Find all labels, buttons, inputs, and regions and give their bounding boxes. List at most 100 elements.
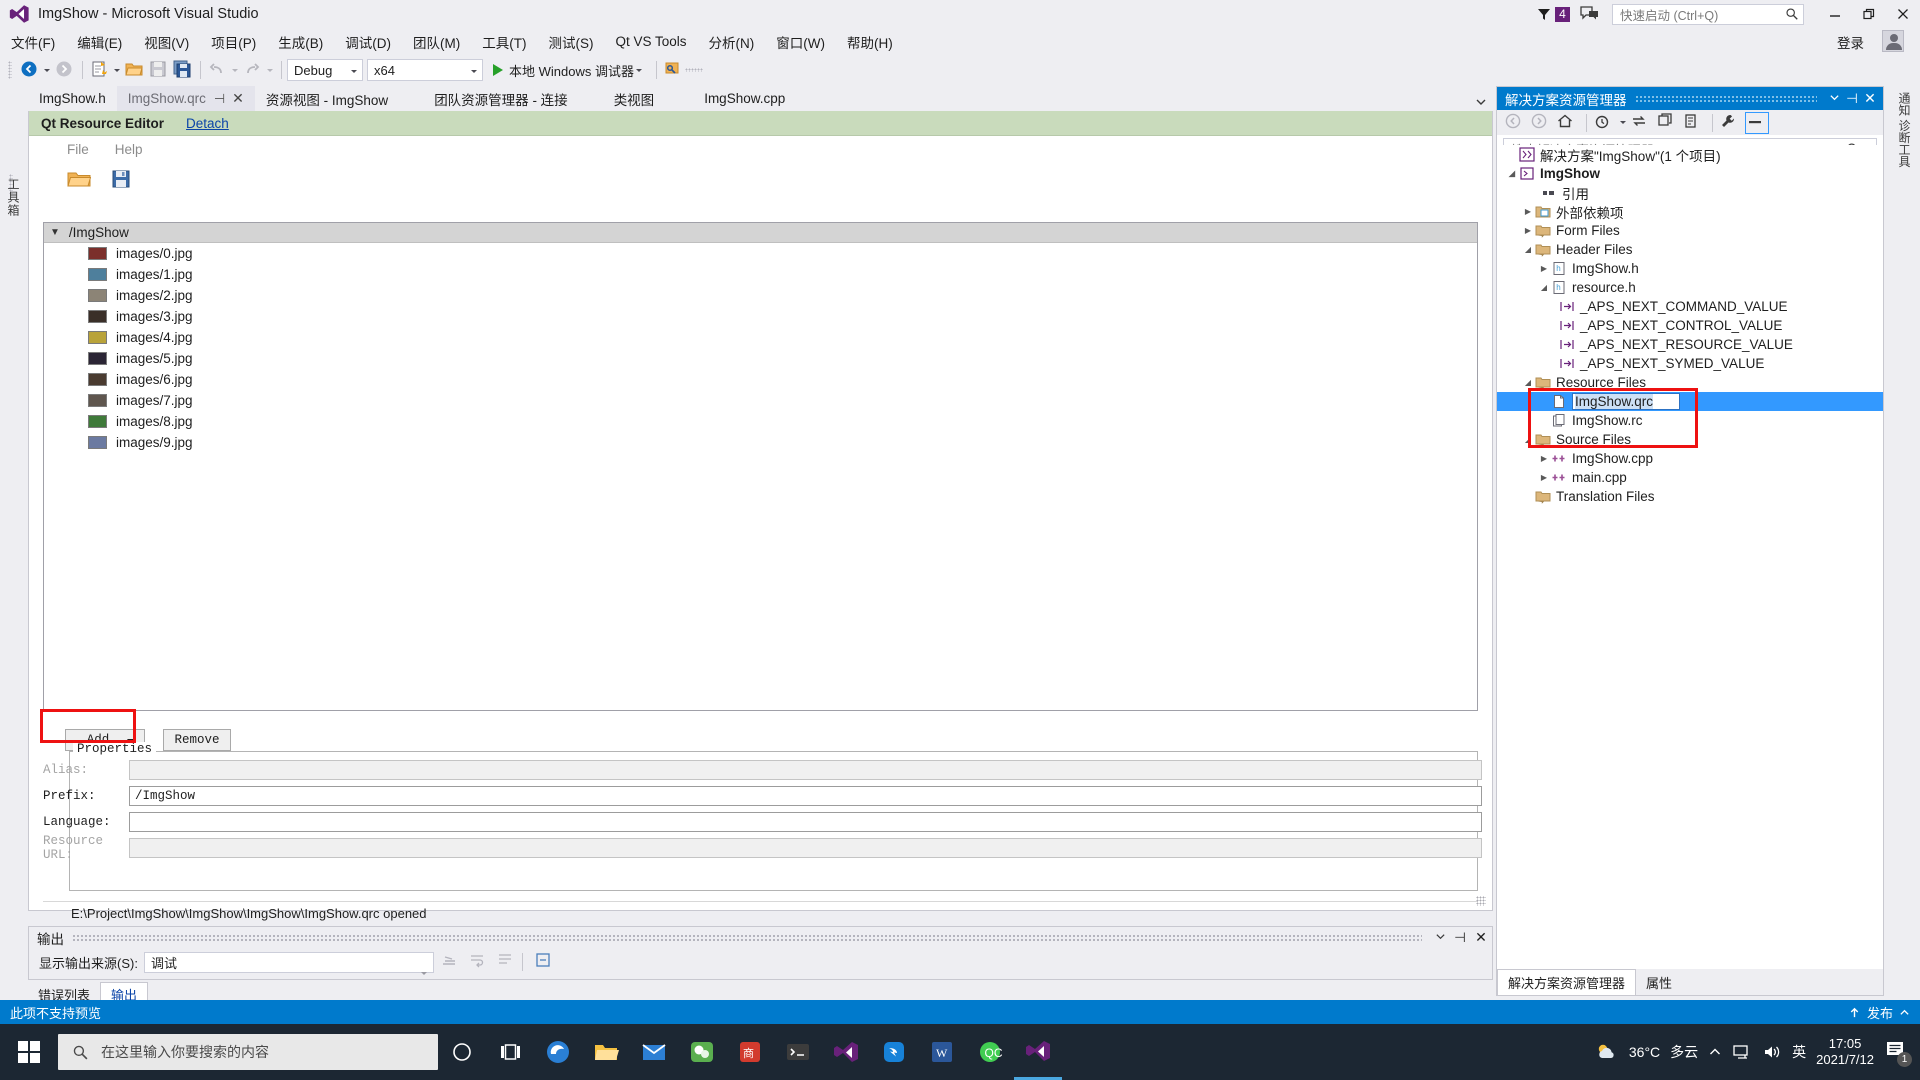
resource-prefix-row[interactable]: ▼ /ImgShow: [44, 223, 1477, 243]
tree-item-imgshow-cpp[interactable]: ▶ ImgShow.cpp: [1497, 449, 1883, 468]
menu-item-analyze[interactable]: 分析(N): [698, 29, 766, 55]
tree-item-imgshow-rc[interactable]: ImgShow.rc: [1497, 411, 1883, 430]
clear-all-icon[interactable]: [440, 951, 462, 973]
word-wrap-icon[interactable]: [468, 951, 490, 973]
tab-team-explorer[interactable]: 团队资源管理器 - 连接: [423, 86, 579, 111]
weather-description[interactable]: 多云: [1670, 1042, 1698, 1062]
tree-item-external-dependencies[interactable]: ▶ 外部依赖项: [1497, 202, 1883, 221]
taskbar-app-red-icon[interactable]: 商: [726, 1024, 774, 1080]
minimize-button[interactable]: [1818, 0, 1852, 28]
twisty-collapsed-icon[interactable]: ▶: [1537, 473, 1551, 482]
detach-link[interactable]: Detach: [186, 116, 229, 131]
tree-item-aps-next-command-value[interactable]: _APS_NEXT_COMMAND_VALUE: [1497, 297, 1883, 316]
taskbar-app-qt-creator-icon[interactable]: QC: [966, 1024, 1014, 1080]
list-item[interactable]: images/4.jpg: [44, 327, 1477, 348]
publish-label[interactable]: 发布: [1867, 1003, 1893, 1022]
menu-item-view[interactable]: 视图(V): [133, 29, 200, 55]
start-button[interactable]: [0, 1024, 58, 1080]
menu-item-tools[interactable]: 工具(T): [471, 29, 537, 55]
qt-menu-item-file[interactable]: File: [67, 142, 89, 157]
tree-item-imgshow-h[interactable]: ▶ h ImgShow.h: [1497, 259, 1883, 278]
chevron-up-icon[interactable]: [1899, 1007, 1910, 1018]
twisty-collapsed-icon[interactable]: ▶: [1521, 207, 1535, 216]
tree-item-aps-next-symed-value[interactable]: _APS_NEXT_SYMED_VALUE: [1497, 354, 1883, 373]
close-icon[interactable]: ✕: [232, 90, 244, 107]
output-find-icon[interactable]: [534, 951, 556, 973]
tree-item-main-cpp[interactable]: ▶ main.cpp: [1497, 468, 1883, 487]
menu-item-window[interactable]: 窗口(W): [765, 29, 836, 55]
resize-grip[interactable]: [1476, 896, 1486, 906]
tree-item-resource-h[interactable]: ◢ h resource.h: [1497, 278, 1883, 297]
chevron-down-icon[interactable]: [1430, 930, 1450, 945]
taskbar-app-file-explorer-icon[interactable]: [582, 1024, 630, 1080]
twisty-collapsed-icon[interactable]: ▶: [1537, 454, 1551, 463]
save-disk-icon[interactable]: [111, 169, 131, 189]
list-item[interactable]: images/2.jpg: [44, 285, 1477, 306]
close-icon[interactable]: ✕: [1470, 929, 1492, 946]
pin-icon[interactable]: ⊣: [1843, 91, 1861, 107]
task-view-icon[interactable]: [486, 1024, 534, 1080]
twisty-collapsed-icon[interactable]: ▶: [1521, 226, 1535, 235]
tab-solution-explorer[interactable]: 解决方案资源管理器: [1497, 969, 1637, 995]
chevron-up-icon[interactable]: [1708, 1045, 1722, 1059]
solution-platform-select[interactable]: x64: [367, 59, 483, 81]
go-to-icon[interactable]: [496, 951, 518, 973]
list-item[interactable]: images/7.jpg: [44, 390, 1477, 411]
show-all-files-icon[interactable]: [1682, 112, 1706, 134]
toolbox-tab-label[interactable]: 工具箱: [4, 178, 22, 217]
remove-button[interactable]: Remove: [163, 729, 231, 751]
redo-icon[interactable]: [242, 59, 264, 81]
funnel-icon[interactable]: [1535, 6, 1553, 22]
refresh-icon[interactable]: [1656, 112, 1680, 134]
menu-item-build[interactable]: 生成(B): [267, 29, 334, 55]
list-item[interactable]: images/6.jpg: [44, 369, 1477, 390]
tab-imgshow-cpp[interactable]: ImgShow.cpp: [693, 86, 796, 111]
pending-changes-icon[interactable]: [1593, 112, 1617, 134]
toolbar-grip[interactable]: [8, 61, 12, 79]
menu-item-help[interactable]: 帮助(H): [836, 29, 904, 55]
pending-changes-dropdown[interactable]: [1618, 112, 1629, 134]
close-button[interactable]: [1886, 0, 1920, 28]
close-icon[interactable]: ✕: [1861, 90, 1879, 107]
menu-item-file[interactable]: 文件(F): [0, 29, 66, 55]
twisty-expanded-icon[interactable]: ◢: [1521, 378, 1535, 387]
feedback-icon[interactable]: [1580, 5, 1600, 23]
language-field[interactable]: [129, 812, 1482, 832]
output-source-select[interactable]: 调试: [143, 951, 434, 975]
twisty-collapsed-icon[interactable]: ▶: [1537, 264, 1551, 273]
panel-drag-dots[interactable]: [1634, 95, 1817, 102]
attach-to-process-icon[interactable]: [663, 59, 685, 81]
tree-item-references[interactable]: 引用: [1497, 183, 1883, 202]
menu-item-qtvstools[interactable]: Qt VS Tools: [605, 31, 698, 52]
pin-icon[interactable]: ⊣: [214, 91, 225, 107]
quick-launch-input[interactable]: 快速启动 (Ctrl+Q): [1612, 3, 1804, 25]
menu-item-edit[interactable]: 编辑(E): [66, 29, 133, 55]
navigate-forward-icon[interactable]: [54, 59, 76, 81]
tree-item-resource-files[interactable]: ◢ Resource Files: [1497, 373, 1883, 392]
tree-item-header-files[interactable]: ◢ Header Files: [1497, 240, 1883, 259]
tree-item-solution[interactable]: 解决方案"ImgShow"(1 个项目): [1497, 145, 1883, 164]
twisty-expanded-icon[interactable]: ◢: [1537, 283, 1551, 292]
volume-icon[interactable]: [1762, 1043, 1782, 1061]
start-debugging-dropdown[interactable]: [634, 59, 645, 81]
resource-file-list[interactable]: ▼ /ImgShow images/0.jpg images/1.jpg ima…: [43, 222, 1478, 711]
taskbar-app-edge-icon[interactable]: [534, 1024, 582, 1080]
start-debugging-button[interactable]: 本地 Windows 调试器: [487, 59, 651, 81]
list-item[interactable]: images/3.jpg: [44, 306, 1477, 327]
navigate-back-icon[interactable]: [1504, 112, 1528, 134]
restore-button[interactable]: [1852, 0, 1886, 28]
list-item[interactable]: images/9.jpg: [44, 432, 1477, 453]
navigate-forward-icon[interactable]: [1530, 112, 1554, 134]
list-item[interactable]: images/8.jpg: [44, 411, 1477, 432]
collapse-all-icon[interactable]: [1745, 111, 1769, 134]
chevron-down-icon[interactable]: ▼: [50, 227, 60, 238]
weather-temperature[interactable]: 36°C: [1629, 1044, 1660, 1060]
notification-count-badge[interactable]: 4: [1555, 6, 1570, 22]
save-all-icon[interactable]: [172, 59, 194, 81]
tab-properties[interactable]: 属性: [1636, 970, 1682, 995]
new-project-icon[interactable]: [89, 59, 111, 81]
taskbar-app-visual-studio-icon[interactable]: [822, 1024, 870, 1080]
network-icon[interactable]: [1732, 1043, 1752, 1061]
tree-item-source-files[interactable]: ◢ Source Files: [1497, 430, 1883, 449]
tree-item-aps-next-control-value[interactable]: _APS_NEXT_CONTROL_VALUE: [1497, 316, 1883, 335]
